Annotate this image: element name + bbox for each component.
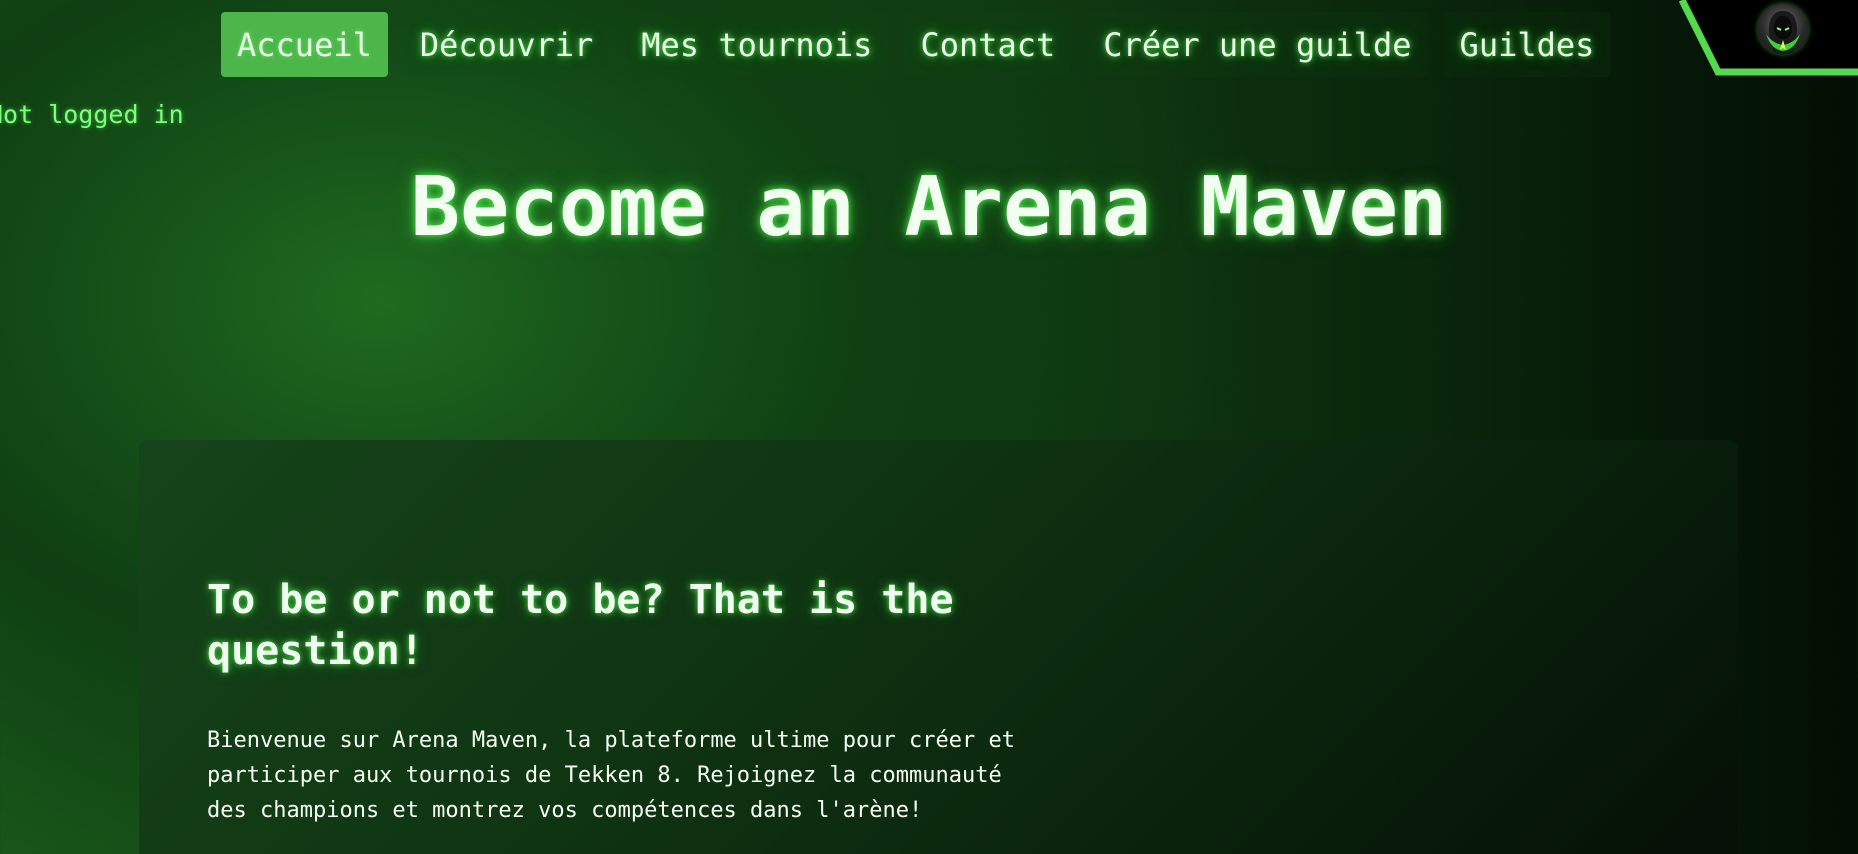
nav-item-creer-une-guilde[interactable]: Créer une guilde [1087, 12, 1428, 77]
hero-title: Become an Arena Maven [410, 160, 1448, 255]
user-avatar[interactable] [1758, 4, 1808, 54]
panel-description: Bienvenue sur Arena Maven, la plateforme… [207, 728, 1015, 823]
header-corner-decoration [1658, 0, 1858, 76]
main-nav: Accueil Découvrir Mes tournois Contact C… [221, 12, 1611, 77]
panel-heading: To be or not to be? That is the question… [207, 577, 954, 674]
nav-item-guildes[interactable]: Guildes [1443, 12, 1611, 77]
corner-frame [1678, 0, 1858, 76]
nav-item-decouvrir[interactable]: Découvrir [403, 12, 610, 77]
hooded-figure-avatar-icon [1766, 11, 1800, 54]
login-status: Not logged in [0, 100, 184, 129]
nav-item-mes-tournois[interactable]: Mes tournois [625, 12, 889, 77]
nav-item-contact[interactable]: Contact [904, 12, 1072, 77]
welcome-panel: To be or not to be? That is the question… [139, 440, 1738, 854]
nav-item-accueil[interactable]: Accueil [221, 12, 388, 77]
